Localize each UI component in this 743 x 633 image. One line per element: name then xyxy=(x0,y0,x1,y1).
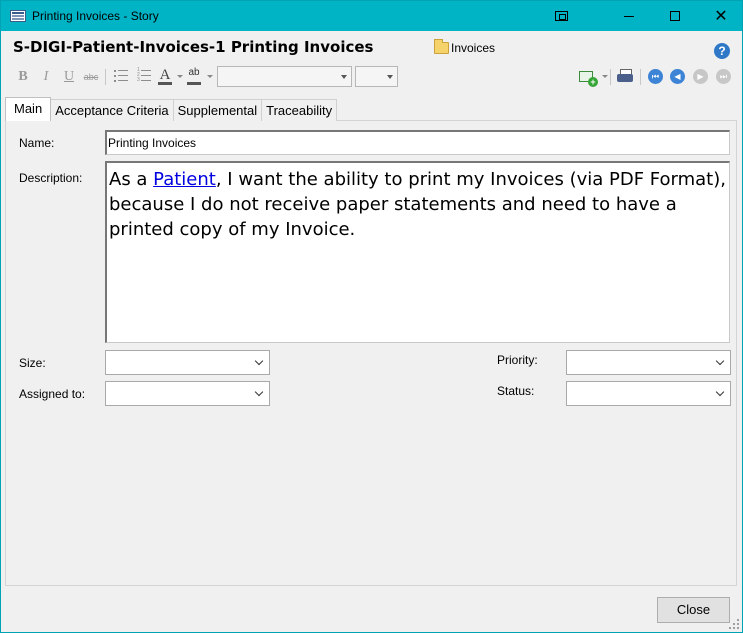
patient-link[interactable]: Patient xyxy=(153,169,216,190)
tab-supplemental[interactable]: Supplemental xyxy=(172,99,263,121)
toolbar-separator xyxy=(640,69,641,85)
folder-link[interactable]: Invoices xyxy=(434,39,496,55)
add-item-dropdown-icon[interactable] xyxy=(602,75,608,78)
strikethrough-button[interactable]: abc xyxy=(82,68,100,86)
bold-button[interactable]: B xyxy=(14,68,32,86)
story-window-icon xyxy=(10,10,26,22)
tab-acceptance-criteria[interactable]: Acceptance Criteria xyxy=(50,99,174,121)
description-editor[interactable]: As a Patient, I want the ability to prin… xyxy=(105,161,730,343)
assigned-to-label: Assigned to: xyxy=(19,387,86,401)
story-title: S-DIGI-Patient-Invoices-1 Printing Invoi… xyxy=(13,38,374,56)
chevron-down-icon xyxy=(387,74,393,79)
window-title: Printing Invoices - Story xyxy=(32,9,159,23)
folder-name: Invoices xyxy=(451,41,496,55)
status-label: Status: xyxy=(497,384,535,398)
underline-button[interactable]: U xyxy=(60,68,78,86)
chevron-down-icon xyxy=(715,356,725,366)
font-color-dropdown-icon[interactable] xyxy=(177,75,183,78)
description-label: Description: xyxy=(19,171,83,185)
chevron-down-icon xyxy=(341,74,347,79)
pin-window-button[interactable] xyxy=(538,1,584,31)
bullet-list-icon[interactable] xyxy=(114,70,128,82)
italic-button[interactable]: I xyxy=(37,68,55,86)
next-item-icon[interactable]: ▶ xyxy=(693,69,708,84)
size-select[interactable] xyxy=(105,350,270,375)
font-size-select[interactable] xyxy=(355,66,398,87)
font-color-icon[interactable]: A xyxy=(157,67,173,85)
close-icon: ✕ xyxy=(714,8,728,25)
window-restore-icon xyxy=(554,11,568,21)
highlight-color-icon[interactable]: ab xyxy=(186,67,202,85)
assigned-to-select[interactable] xyxy=(105,381,270,406)
window-close-button[interactable]: ✕ xyxy=(698,1,743,31)
maximize-button[interactable] xyxy=(652,1,698,31)
priority-label: Priority: xyxy=(497,353,538,367)
print-icon[interactable] xyxy=(617,69,633,83)
folder-icon xyxy=(434,39,449,54)
chevron-down-icon xyxy=(715,387,725,397)
name-field[interactable]: Printing Invoices xyxy=(105,130,730,155)
add-item-icon[interactable] xyxy=(579,71,598,87)
close-button[interactable]: Close xyxy=(657,597,730,623)
help-icon[interactable]: ? xyxy=(714,43,730,59)
tab-bar: Main Acceptance Criteria Supplemental Tr… xyxy=(5,97,338,121)
minimize-button[interactable] xyxy=(606,1,652,31)
maximize-icon xyxy=(670,11,680,21)
last-item-icon[interactable]: ⏭ xyxy=(716,69,731,84)
title-bar[interactable]: Printing Invoices - Story ✕ xyxy=(1,1,742,31)
resize-grip-icon[interactable] xyxy=(729,619,739,629)
chevron-down-icon xyxy=(254,387,264,397)
tab-main[interactable]: Main xyxy=(5,97,52,121)
numbered-list-icon[interactable]: 1 2 3 xyxy=(137,67,151,83)
highlight-dropdown-icon[interactable] xyxy=(207,75,213,78)
priority-select[interactable] xyxy=(566,350,731,375)
tab-traceability[interactable]: Traceability xyxy=(261,99,338,121)
story-window: Printing Invoices - Story ✕ S-DIGI-Patie… xyxy=(0,0,743,633)
numbered-list-marks: 1 2 3 xyxy=(137,67,140,83)
name-label: Name: xyxy=(19,136,55,150)
status-select[interactable] xyxy=(566,381,731,406)
toolbar-separator xyxy=(105,69,106,85)
font-name-select[interactable] xyxy=(217,66,352,87)
previous-item-icon[interactable]: ◀ xyxy=(670,69,685,84)
description-prefix: As a xyxy=(109,169,154,190)
toolbar-separator xyxy=(610,69,611,85)
minimize-icon xyxy=(624,15,634,17)
size-label: Size: xyxy=(19,356,46,370)
first-item-icon[interactable]: ⏮ xyxy=(648,69,663,84)
chevron-down-icon xyxy=(254,356,264,366)
